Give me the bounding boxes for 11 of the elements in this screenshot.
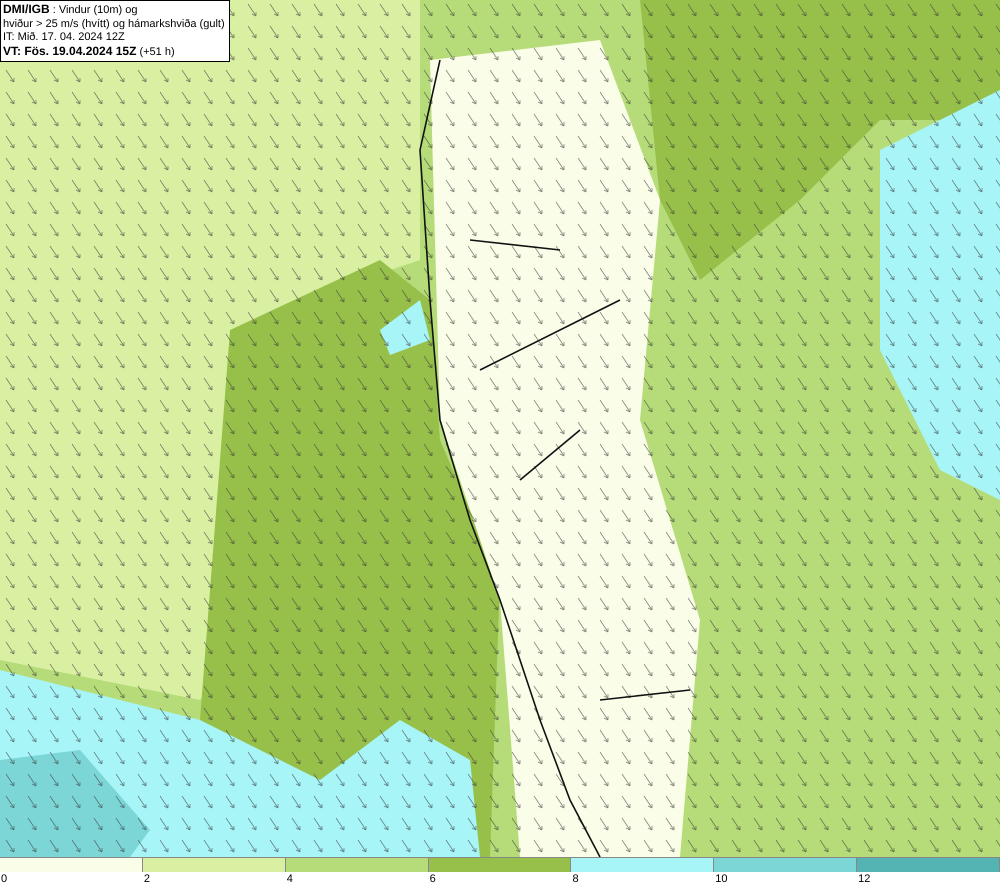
info-text: DMI/IGB : Vindur (10m) og [3, 3, 139, 18]
legend-tick-label: 0 [0, 872, 8, 887]
legend-tick-label: 2 [142, 872, 150, 887]
info-text: VT: Fös. 19.04.2024 15Z (+51 h) [3, 44, 176, 59]
legend-tick-label: 12 [857, 872, 870, 887]
legend-tick-label: 4 [286, 872, 293, 887]
legend-tick-label: 8 [571, 872, 579, 887]
legend-tick-label: 6 [428, 872, 436, 887]
info-text: IT: Mið. 17. 04. 2024 12Z [3, 31, 126, 44]
info-text: hviður > 25 m/s (hvítt) og hámarkshviða (gult) [3, 18, 225, 31]
legend-tick-label: 10 [714, 872, 728, 887]
